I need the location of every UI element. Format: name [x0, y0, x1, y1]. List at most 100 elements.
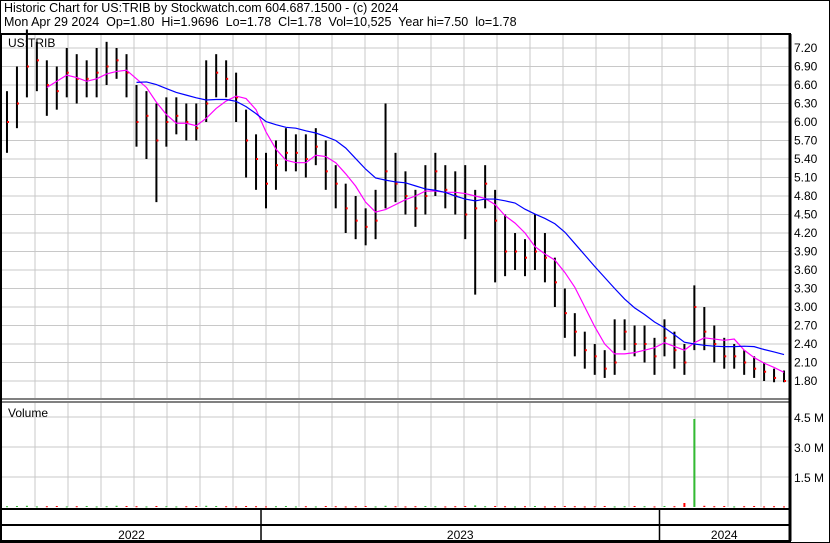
volume-bar: [424, 506, 427, 507]
volume-bar: [85, 506, 88, 507]
price-tick-label: 6.30: [794, 97, 818, 111]
close-tick: [96, 71, 99, 74]
close-tick: [295, 151, 298, 154]
close-tick: [525, 256, 528, 259]
volume-bar: [693, 419, 696, 507]
close-tick: [694, 306, 697, 308]
price-tick-label: 6.60: [794, 78, 818, 92]
close-tick: [395, 182, 398, 185]
close-tick: [86, 77, 89, 80]
year-label: 2022: [118, 528, 145, 542]
price-tick-label: 7.20: [794, 41, 818, 55]
volume-bar: [524, 506, 527, 508]
volume-bar: [55, 506, 58, 507]
volume-bar: [125, 506, 128, 507]
volume-bar: [454, 506, 457, 508]
volume-bar: [514, 506, 517, 508]
volume-tick-label: 1.5 M: [794, 471, 824, 485]
close-tick: [66, 71, 69, 74]
volume-bar: [264, 506, 267, 508]
volume-bar: [563, 506, 566, 507]
close-tick: [285, 151, 288, 154]
moving-average-long: [136, 81, 785, 356]
year-label: 2023: [447, 528, 474, 542]
year-label: 2024: [711, 528, 738, 542]
close-tick: [634, 343, 637, 345]
close-tick: [604, 367, 607, 370]
close-tick: [574, 330, 577, 333]
volume-bar: [215, 506, 218, 507]
close-tick: [744, 361, 747, 364]
close-tick: [544, 256, 547, 259]
volume-bar: [573, 506, 576, 508]
close-tick: [664, 336, 667, 339]
close-tick: [116, 59, 119, 62]
volume-bar: [205, 505, 208, 507]
volume-bar: [235, 506, 238, 508]
price-tick-label: 4.20: [794, 226, 818, 240]
volume-bar: [673, 506, 676, 508]
price-tick-label: 5.70: [794, 134, 818, 148]
close-tick: [275, 164, 278, 167]
close-tick: [714, 343, 717, 345]
volume-bar: [135, 506, 138, 508]
volume-bar: [95, 506, 98, 508]
volume-bar: [284, 506, 287, 507]
volume-bar: [763, 506, 766, 508]
volume-bar: [733, 506, 736, 508]
close-tick: [435, 170, 438, 173]
price-tick-label: 5.10: [794, 171, 818, 185]
volume-bar: [105, 506, 108, 508]
volume-bar: [414, 506, 417, 508]
chart-frame: [0, 33, 791, 542]
close-tick: [684, 361, 687, 364]
close-tick: [16, 102, 19, 105]
volume-bar: [713, 506, 716, 508]
price-tick-label: 4.80: [794, 189, 818, 203]
outer-border: [0, 0, 830, 543]
volume-bar: [165, 506, 168, 508]
close-tick: [246, 139, 249, 142]
close-tick: [325, 170, 328, 173]
close-tick: [305, 158, 308, 160]
volume-bar: [145, 506, 148, 508]
close-tick: [216, 71, 219, 74]
close-tick: [594, 355, 597, 358]
close-tick: [654, 355, 657, 358]
volume-bar: [653, 506, 656, 508]
volume-bar: [314, 506, 317, 508]
volume-bar: [245, 506, 248, 507]
price-tick-label: 1.80: [794, 374, 818, 388]
price-tick-label: 3.60: [794, 263, 818, 277]
volume-bar: [384, 505, 387, 507]
stock-chart: Historic Chart for US:TRIB by Stockwatch…: [0, 0, 830, 543]
volume-bar: [185, 506, 188, 508]
close-tick: [644, 343, 647, 345]
volume-bar: [783, 506, 786, 508]
volume-bar: [175, 506, 178, 508]
volume-bar: [603, 506, 606, 507]
price-tick-label: 4.50: [794, 208, 818, 222]
close-tick: [584, 349, 587, 352]
volume-bar: [225, 506, 228, 508]
close-tick: [136, 121, 139, 123]
close-tick: [534, 250, 537, 253]
volume-bar: [484, 506, 487, 508]
price-tick-label: 2.40: [794, 337, 818, 351]
close-tick: [206, 102, 209, 105]
close-tick: [425, 195, 428, 197]
close-tick: [146, 114, 149, 117]
volume-bar: [364, 506, 367, 507]
close-tick: [415, 207, 418, 210]
volume-bar: [583, 506, 586, 508]
price-tick-label: 3.30: [794, 282, 818, 296]
chart-svg: 1.80 2.10 2.40 2.70 3.00 3.30 3.60 3.90 4.20 4.50…: [0, 0, 830, 543]
volume-bar: [294, 506, 297, 508]
close-tick: [265, 182, 268, 185]
price-tick-label: 3.00: [794, 300, 818, 314]
close-tick: [156, 139, 159, 142]
close-tick: [256, 158, 259, 160]
volume-bar: [374, 506, 377, 508]
volume-bar: [703, 505, 706, 507]
volume-bar: [25, 505, 28, 507]
